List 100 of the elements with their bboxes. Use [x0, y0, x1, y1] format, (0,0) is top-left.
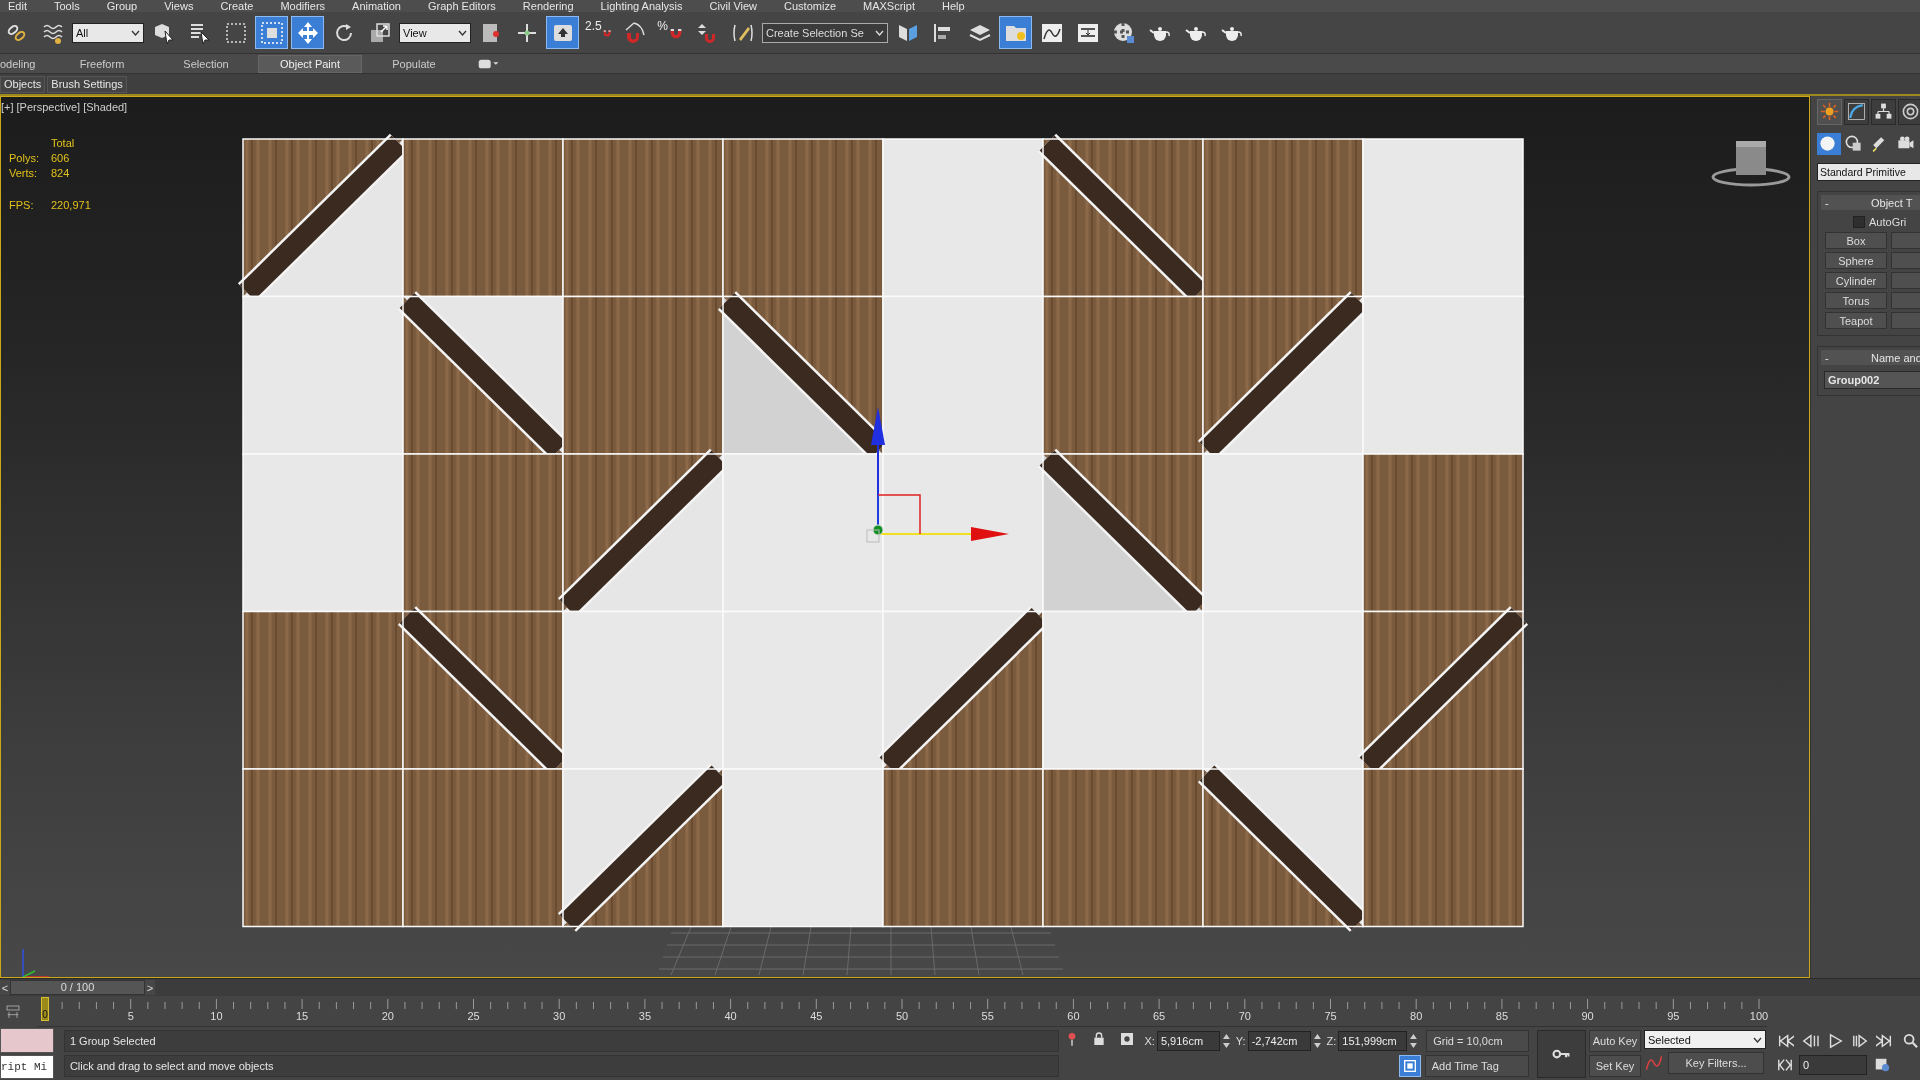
frame-number: 55 — [981, 1010, 994, 1022]
menu-item[interactable]: Edit — [8, 0, 27, 12]
primitive-button[interactable]: Sphere — [1825, 252, 1887, 269]
dropdown-value: Create Selection Se — [766, 26, 864, 39]
view-cube-icon[interactable] — [1711, 141, 1791, 187]
current-frame-marker[interactable]: 0 — [41, 997, 49, 1021]
listener-output[interactable]: ript Mi — [0, 1055, 54, 1079]
timeline-track[interactable]: 0 5 10 15 20 25 30 35 40 45 50 55 60 65 70 75 80 85 90 95 100 — [37, 997, 1767, 1027]
viewport-label[interactable]: [Perspective] — [16, 101, 81, 113]
snap-toggle[interactable]: % — [654, 16, 687, 49]
viewport-label[interactable]: [Shaded] — [83, 101, 128, 113]
grid-size: Grid = 10,0cm — [1426, 1030, 1529, 1052]
frame-number: 30 — [553, 1010, 566, 1022]
stats-value: 606 — [51, 152, 71, 164]
panel-tab[interactable] — [1871, 99, 1896, 125]
menu-item[interactable]: Customize — [784, 0, 836, 12]
frame-number: 15 — [295, 1010, 309, 1022]
curve-icon — [1847, 102, 1866, 121]
primitive-button[interactable]: Teapot — [1825, 312, 1887, 329]
move-gizmo-drawing[interactable] — [866, 407, 1009, 543]
menu-item[interactable]: Tools — [53, 0, 80, 12]
selection-status: 1 Group Selected — [63, 1030, 1059, 1052]
key-filters-button[interactable]: Key Filters... — [1668, 1052, 1764, 1074]
category-dropdown[interactable]: Standard Primitive — [1817, 163, 1920, 181]
viewport[interactable]: [+] [Perspective] [Shaded] Total Polys: 606 Verts: 824 FPS: 220,971 — [0, 96, 1810, 978]
panel-tab[interactable] — [1898, 99, 1920, 125]
frame-number: 70 — [1238, 1010, 1251, 1022]
add-time-tag[interactable]: Add Time Tag — [1424, 1055, 1529, 1077]
axis-tripod-icon — [22, 948, 50, 977]
menu-item[interactable]: Civil View — [709, 0, 758, 12]
window-select-icon — [259, 20, 284, 45]
menu-item[interactable]: MAXScript — [863, 0, 915, 12]
menu-item[interactable]: Views — [164, 0, 194, 12]
menu-item[interactable]: Animation — [352, 0, 401, 12]
ribbon-panel-button[interactable]: Objects — [0, 75, 46, 93]
step-forward-icon — [1850, 1033, 1869, 1049]
frame-number: 80 — [1410, 1010, 1423, 1022]
ribbon-tab[interactable]: Object Paint — [258, 54, 362, 73]
menu-item[interactable]: Rendering — [522, 0, 574, 12]
shapes-icon — [1844, 134, 1863, 153]
listener-input[interactable] — [0, 1028, 54, 1053]
ribbon-tab[interactable]: odeling — [0, 54, 50, 73]
checkbox[interactable] — [1853, 216, 1865, 228]
menu-item[interactable]: Modifiers — [280, 0, 326, 12]
checker-sphere-icon — [1111, 20, 1136, 45]
ribbon-panel-button[interactable]: Brush Settings — [47, 75, 127, 93]
panel-tab[interactable] — [1844, 99, 1869, 125]
key-mode-dropdown[interactable]: Selected — [1644, 1030, 1766, 1049]
stats-header: Total — [51, 137, 76, 149]
next-frame-button[interactable]: > — [145, 980, 155, 995]
frame-number: 25 — [467, 1010, 480, 1022]
time-tag-button[interactable] — [1398, 1055, 1421, 1077]
time-slider-track[interactable]: < 0 / 100 > — [0, 978, 1920, 996]
frame-number: 95 — [1667, 1010, 1680, 1022]
menu-item[interactable]: Graph Editors — [427, 0, 496, 12]
dropdown[interactable]: View — [399, 22, 471, 43]
name-field[interactable]: Group002 — [1824, 371, 1920, 389]
coordinate-field[interactable]: 151,999cm — [1338, 1031, 1408, 1051]
stats-label: FPS: — [9, 199, 35, 211]
previous-frame-button[interactable]: < — [0, 980, 10, 995]
step-back-icon — [1800, 1033, 1819, 1049]
menu-item[interactable]: Create — [220, 0, 254, 12]
ribbon-tab[interactable]: Populate — [362, 54, 466, 73]
axis-label: Z: — [1326, 1035, 1337, 1047]
viewport-label[interactable]: [+] — [1, 101, 14, 113]
primitive-button[interactable]: Box — [1825, 232, 1887, 249]
current-frame-field[interactable]: 0 — [1799, 1055, 1867, 1075]
primitive-button[interactable]: Cylinder — [1825, 272, 1887, 289]
tile-wall-drawing[interactable] — [237, 133, 1529, 932]
frame-number: 20 — [381, 1010, 394, 1022]
menu-item[interactable]: Group — [106, 0, 138, 12]
collapse-sign: - — [1825, 351, 1830, 364]
toolbar-button[interactable] — [291, 16, 324, 49]
stats-value: 824 — [51, 167, 71, 179]
time-tag-icon — [1401, 1058, 1418, 1074]
snap-toggle[interactable]: 2.5 — [582, 16, 615, 49]
dropdown[interactable]: Create Selection Se — [762, 22, 888, 43]
toolbar-button[interactable] — [546, 16, 579, 49]
menu-item[interactable]: Help — [942, 0, 965, 12]
curve-icon — [1644, 1053, 1664, 1073]
skip-end-icon — [1875, 1033, 1894, 1049]
frame-position: 0 / 100 — [10, 980, 145, 995]
set-key-button[interactable] — [1536, 1030, 1586, 1078]
ribbon-tab[interactable]: Selection — [154, 54, 258, 73]
coordinate-field[interactable]: -2,742cm — [1247, 1031, 1311, 1051]
dropdown[interactable]: All — [72, 22, 144, 43]
menu-item[interactable]: Lighting Analysis — [600, 0, 683, 12]
caret-icon — [131, 29, 140, 36]
selection-lock-icon — [1118, 1031, 1135, 1047]
coordinate-field[interactable]: 5,916cm — [1156, 1031, 1220, 1051]
category-button[interactable] — [1817, 133, 1841, 155]
auto-key-button[interactable]: Auto Key — [1589, 1030, 1641, 1052]
frame-number: 10 — [210, 1010, 223, 1022]
set-key-mode-button[interactable]: Set Key — [1589, 1055, 1641, 1077]
primitive-button[interactable]: Torus — [1825, 292, 1887, 309]
ring-icon — [1901, 102, 1920, 121]
spinner-icon[interactable] — [1222, 1032, 1231, 1050]
time-slider-thumb[interactable]: < 0 / 100 > — [0, 979, 155, 996]
rollout-header[interactable]: - Object T — [1821, 195, 1920, 210]
ribbon-tab[interactable]: Freeform — [50, 54, 154, 73]
